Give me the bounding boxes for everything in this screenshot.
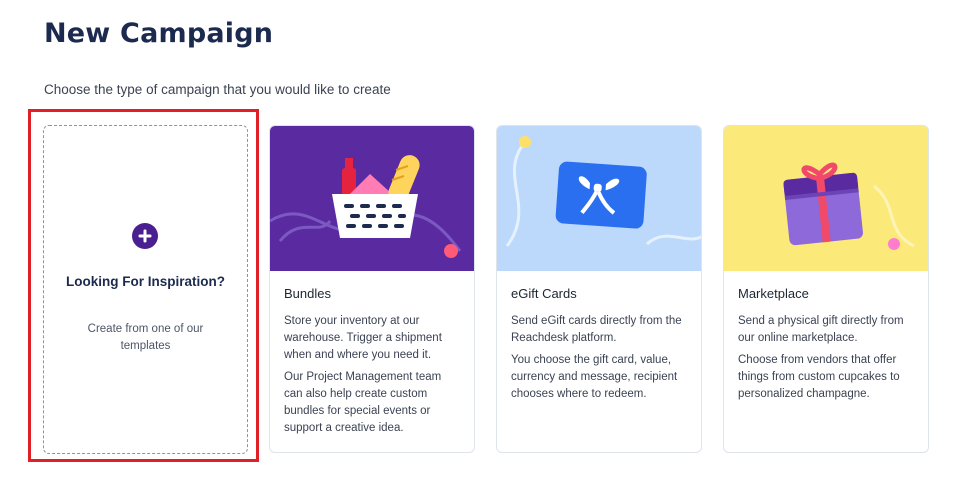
card-title: eGift Cards: [511, 286, 577, 301]
gift-basket-illustration: [270, 126, 474, 271]
card-paragraph: You choose the gift card, value, currenc…: [511, 354, 678, 400]
inspiration-title: Looking For Inspiration?: [66, 274, 225, 289]
card-title: Marketplace: [738, 286, 809, 301]
card-paragraph: Send a physical gift directly from our o…: [738, 315, 904, 344]
campaign-card-marketplace[interactable]: Marketplace Send a physical gift directl…: [723, 125, 929, 453]
card-paragraph: Store your inventory at our warehouse. T…: [284, 315, 442, 361]
inspiration-description: Create from one of our templates: [87, 323, 204, 352]
card-description: Store your inventory at our warehouse. T…: [284, 313, 460, 442]
page-title: New Campaign: [44, 18, 274, 49]
card-paragraph: Send eGift cards directly from the Reach…: [511, 315, 682, 344]
gift-card-illustration: [497, 126, 701, 271]
campaign-card-bundles[interactable]: Bundles Store your inventory at our ware…: [269, 125, 475, 453]
card-paragraph: Our Project Management team can also hel…: [284, 371, 442, 434]
plus-circle-icon: [132, 223, 158, 249]
card-description: Send a physical gift directly from our o…: [738, 313, 914, 408]
page-subtitle: Choose the type of campaign that you wou…: [44, 82, 391, 97]
inspiration-card[interactable]: Looking For Inspiration? Create from one…: [43, 125, 248, 454]
card-description: Send eGift cards directly from the Reach…: [511, 313, 687, 408]
card-paragraph: Choose from vendors that offer things fr…: [738, 354, 900, 400]
card-title: Bundles: [284, 286, 331, 301]
campaign-card-egift-cards[interactable]: eGift Cards Send eGift cards directly fr…: [496, 125, 702, 453]
gift-box-illustration: [724, 126, 928, 271]
